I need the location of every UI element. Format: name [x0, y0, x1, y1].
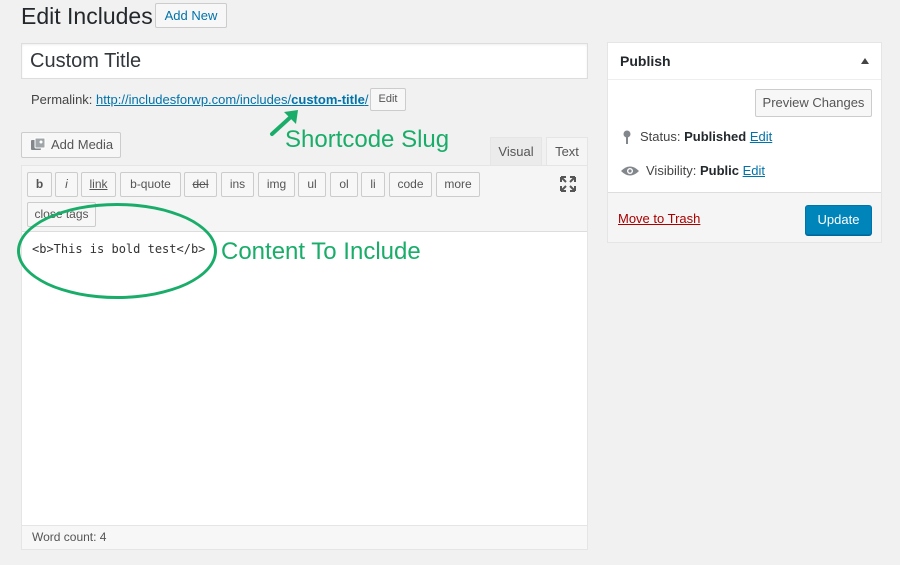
- quicktag-bquote[interactable]: b-quote: [120, 172, 181, 197]
- publish-box: Publish Preview Changes Status: Publishe…: [607, 42, 882, 243]
- word-count: Word count: 4: [22, 525, 587, 549]
- annotation-content-to-include: Content To Include: [221, 238, 421, 265]
- quicktag-code[interactable]: code: [389, 172, 432, 197]
- visibility-label: Visibility:: [646, 163, 697, 178]
- eye-icon: [621, 166, 639, 176]
- quicktag-ol[interactable]: ol: [330, 172, 358, 197]
- quicktag-ins[interactable]: ins: [221, 172, 254, 197]
- preview-changes-button[interactable]: Preview Changes: [755, 89, 872, 117]
- status-edit-link[interactable]: Edit: [750, 129, 772, 144]
- add-new-button[interactable]: Add New: [155, 3, 227, 28]
- annotation-ellipse: [17, 203, 217, 299]
- permalink-url[interactable]: http://includesforwp.com/includes/custom…: [96, 92, 368, 107]
- publish-header[interactable]: Publish: [608, 43, 881, 80]
- add-media-button[interactable]: Add Media: [21, 132, 121, 158]
- update-button[interactable]: Update: [805, 205, 872, 235]
- fullscreen-icon[interactable]: [558, 174, 578, 194]
- publish-title: Publish: [620, 53, 671, 69]
- quicktag-more[interactable]: more: [436, 172, 480, 197]
- page-title: Edit Includes: [21, 3, 153, 29]
- pin-icon: [623, 130, 631, 144]
- visibility-edit-link[interactable]: Edit: [743, 163, 765, 178]
- quicktag-ul[interactable]: ul: [298, 172, 326, 197]
- permalink-label: Permalink:: [31, 92, 93, 107]
- status-value: Published: [684, 129, 747, 144]
- status-label: Status:: [640, 129, 681, 144]
- permalink: Permalink: http://includesforwp.com/incl…: [31, 91, 368, 109]
- permalink-trailing: /: [364, 92, 369, 107]
- quicktag-bold[interactable]: b: [27, 172, 52, 197]
- publish-actions: Move to Trash Update: [608, 192, 881, 242]
- visibility-row: Visibility: Public Edit: [620, 163, 765, 179]
- tab-visual[interactable]: Visual: [490, 137, 542, 165]
- quicktag-li[interactable]: li: [361, 172, 385, 197]
- tab-text[interactable]: Text: [546, 137, 588, 165]
- permalink-edit-button[interactable]: Edit: [370, 88, 406, 111]
- quicktag-del[interactable]: del: [184, 172, 217, 197]
- triangle-up-icon[interactable]: [861, 58, 869, 64]
- add-media-label: Add Media: [51, 137, 114, 152]
- quicktag-img[interactable]: img: [258, 172, 295, 197]
- status-row: Status: Published Edit: [620, 129, 772, 146]
- post-title-input[interactable]: Custom Title: [21, 43, 588, 79]
- visibility-value: Public: [699, 163, 739, 178]
- permalink-base: http://includesforwp.com/includes/: [96, 92, 292, 107]
- move-to-trash-link[interactable]: Move to Trash: [618, 211, 700, 226]
- permalink-slug: custom-title: [291, 92, 365, 107]
- quicktag-link[interactable]: link: [81, 172, 116, 197]
- quicktag-italic[interactable]: i: [55, 172, 78, 197]
- media-icon: [31, 137, 46, 150]
- annotation-shortcode-slug: Shortcode Slug: [285, 126, 450, 153]
